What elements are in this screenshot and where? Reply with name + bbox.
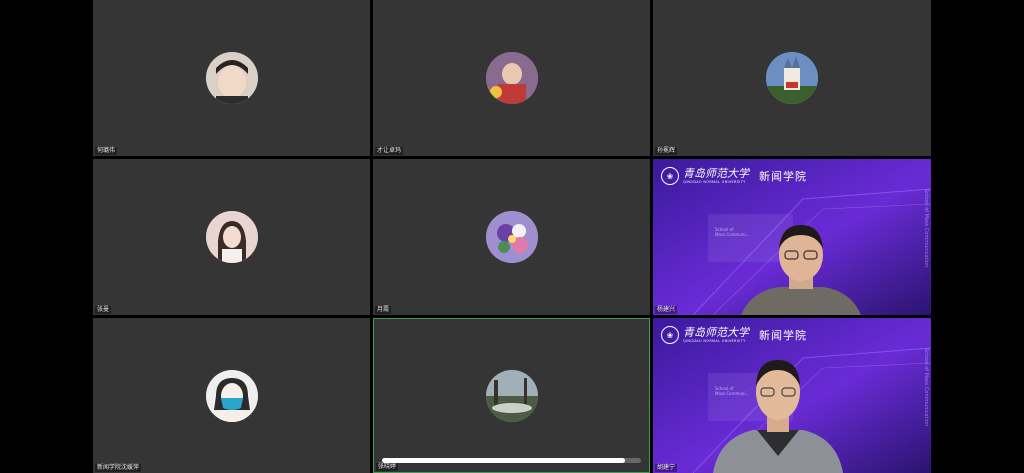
background-side-text: School of Mass Communication: [923, 189, 929, 268]
participant-video-tile[interactable]: ❀ 青岛师范大学 QINGDAO NORMAL UNIVERSITY 新闻学院 …: [653, 159, 931, 315]
university-logo: ❀ 青岛师范大学 QINGDAO NORMAL UNIVERSITY 新闻学院: [661, 326, 807, 344]
video-grid: 何璐伟 才让卓玛 孙冕辉 张曼 月霞 ❀ 青岛师范大学 QINGDAO NORM…: [93, 0, 931, 473]
masked-girl-drawing-avatar: [205, 369, 258, 422]
participant-name: 张曼: [95, 306, 112, 314]
landscape-photo-avatar: [485, 369, 538, 422]
participant-video-person: [741, 225, 861, 315]
university-name-en: QINGDAO NORMAL UNIVERSITY: [683, 338, 746, 343]
participant-name: 张晓婷: [376, 463, 399, 471]
participant-name: 孙冕辉: [655, 147, 678, 155]
participant-name: 才让卓玛: [375, 147, 404, 155]
participant-name: 何璐伟: [95, 147, 118, 155]
participant-name: 新闻学院沈媛萍: [95, 464, 142, 472]
participant-tile[interactable]: 月霞: [373, 159, 650, 315]
participant-tile[interactable]: 何璐伟: [93, 0, 370, 156]
university-logo: ❀ 青岛师范大学 QINGDAO NORMAL UNIVERSITY 新闻学院: [661, 167, 807, 185]
child-photo-avatar: [205, 52, 258, 104]
background-side-text: School of Mass Communication: [923, 348, 929, 427]
progress-bar-fill: [382, 458, 626, 463]
participant-video-person: [713, 360, 843, 473]
participant-name: 胡建宁: [655, 464, 678, 472]
participant-video-tile[interactable]: ❀ 青岛师范大学 QINGDAO NORMAL UNIVERSITY 新闻学院 …: [653, 318, 931, 473]
castle-photo-avatar: [766, 52, 818, 104]
participant-name: 月霞: [375, 306, 392, 314]
participant-tile[interactable]: 新闻学院沈媛萍: [93, 318, 370, 473]
college-name: 新闻学院: [759, 170, 807, 183]
participant-tile[interactable]: 张曼: [93, 159, 370, 315]
participant-tile[interactable]: 才让卓玛: [373, 0, 650, 156]
girl-photo-avatar: [205, 211, 258, 263]
participant-name: 杨建兴: [655, 306, 678, 314]
university-seal-icon: ❀: [661, 326, 679, 344]
progress-bar: [382, 458, 641, 463]
participant-tile[interactable]: 孙冕辉: [653, 0, 931, 156]
college-name: 新闻学院: [759, 329, 807, 342]
university-name-cn: 青岛师范大学: [683, 325, 749, 339]
university-name-cn: 青岛师范大学: [683, 166, 749, 180]
university-seal-icon: ❀: [661, 167, 679, 185]
kids-photo-avatar: [485, 52, 538, 104]
university-name-en: QINGDAO NORMAL UNIVERSITY: [683, 179, 746, 184]
participant-tile-speaking[interactable]: 张晓婷: [373, 318, 650, 473]
flowers-photo-avatar: [485, 211, 538, 263]
